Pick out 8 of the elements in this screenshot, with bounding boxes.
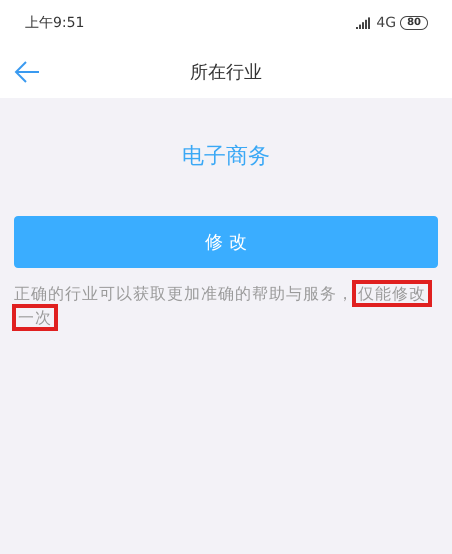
- industry-value: 电子商务: [181, 143, 271, 171]
- signal-icon: [356, 17, 372, 29]
- modify-button[interactable]: 修 改: [14, 216, 438, 268]
- back-arrow-icon[interactable]: [14, 60, 40, 84]
- network-label: 4G: [376, 15, 396, 31]
- page-title: 所在行业: [190, 61, 262, 84]
- status-time: 上午9:51: [25, 14, 84, 32]
- battery-indicator: 80: [400, 16, 428, 30]
